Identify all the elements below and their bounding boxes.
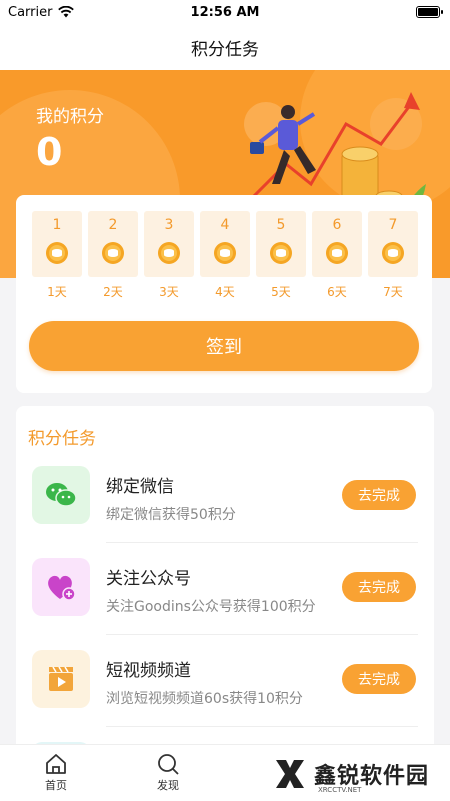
signin-day: 6 6天	[312, 211, 362, 300]
tab-home-label: 首页	[45, 779, 67, 792]
divider	[106, 634, 418, 635]
watermark-logo-icon	[276, 760, 304, 788]
coin-icon	[158, 242, 180, 264]
points-label: 我的积分	[36, 107, 104, 127]
signin-day-box: 4	[200, 211, 250, 277]
signin-day: 4 4天	[200, 211, 250, 300]
signin-day-label: 6天	[327, 285, 347, 299]
signin-days: 1 1天 2 2天 3 3天 4 4天 5 5天 6 6天 7 7天	[32, 211, 418, 300]
task-icon-box	[32, 558, 90, 616]
tasks-title: 积分任务	[28, 429, 96, 449]
signin-day-number: 4	[220, 217, 230, 233]
tab-discover[interactable]: 发现	[112, 745, 224, 801]
task-item: 关注公众号关注Goodins公众号获得100积分 去完成	[16, 558, 434, 650]
signin-button[interactable]: 签到	[29, 321, 419, 371]
tab-home[interactable]: 首页	[0, 745, 112, 801]
signin-day-label: 4天	[215, 285, 235, 299]
coin-icon	[46, 242, 68, 264]
task-complete-button[interactable]: 去完成	[342, 572, 416, 602]
page-title: 积分任务	[191, 39, 259, 60]
coin-icon	[270, 242, 292, 264]
task-complete-button[interactable]: 去完成	[342, 664, 416, 694]
signin-day: 1 1天	[32, 211, 82, 300]
signin-day-box: 7	[368, 211, 418, 277]
signin-day-number: 6	[332, 217, 342, 233]
video-icon	[49, 666, 73, 691]
task-name: 绑定微信	[106, 477, 174, 497]
points-value: 0	[36, 130, 63, 174]
signin-day-box: 2	[88, 211, 138, 277]
task-name: 关注公众号	[106, 569, 191, 589]
battery-icon	[416, 6, 443, 18]
status-bar: Carrier 12:56 AM	[0, 0, 450, 24]
coin-icon	[382, 242, 404, 264]
signin-day-number: 3	[164, 217, 174, 233]
watermark: 鑫锐软件园 XRCCTV.NET	[272, 752, 442, 796]
discover-icon	[158, 754, 179, 775]
watermark-sub: XRCCTV.NET	[318, 786, 362, 794]
signin-day-label: 1天	[47, 285, 67, 299]
signin-day-box: 3	[144, 211, 194, 277]
signin-card: 1 1天 2 2天 3 3天 4 4天 5 5天 6 6天 7 7天 签到	[16, 195, 432, 393]
tasks-card: 积分任务 绑定微信 绑定微信获得50积分 去完成 关注公众号 关注Goodins公众号获…	[16, 406, 434, 766]
signin-day-box: 6	[312, 211, 362, 277]
signin-day-number: 5	[276, 217, 286, 233]
signin-day: 7 7天	[368, 211, 418, 300]
heart-plus-icon	[48, 575, 76, 601]
signin-day-box: 5	[256, 211, 306, 277]
status-time: 12:56 AM	[190, 4, 260, 20]
wechat-icon	[46, 483, 77, 507]
divider	[106, 542, 418, 543]
signin-day-number: 2	[108, 217, 118, 233]
tab-discover-label: 发现	[157, 779, 179, 792]
task-item: 短视频频道浏览短视频频道60s获得10积分 去完成	[16, 650, 434, 742]
task-complete-button[interactable]: 去完成	[342, 480, 416, 510]
task-item: 绑定微信绑定微信获得50积分 去完成	[16, 466, 434, 558]
coin-icon	[102, 242, 124, 264]
signin-day-number: 1	[52, 217, 62, 233]
task-description: 浏览短视频频道60s获得10积分	[106, 691, 303, 707]
signin-day: 5 5天	[256, 211, 306, 300]
signin-day-label: 3天	[159, 285, 179, 299]
coin-icon	[214, 242, 236, 264]
coin-icon	[326, 242, 348, 264]
home-icon	[46, 754, 66, 774]
task-description: 关注Goodins公众号获得100积分	[106, 599, 316, 615]
signin-day-label: 5天	[271, 285, 291, 299]
signin-day: 2 2天	[88, 211, 138, 300]
nav-bar: 积分任务	[0, 24, 450, 70]
signin-day-box: 1	[32, 211, 82, 277]
task-icon-box	[32, 466, 90, 524]
task-description: 绑定微信获得50积分	[106, 507, 236, 523]
signin-day-number: 7	[388, 217, 398, 233]
task-name: 短视频频道	[106, 661, 191, 681]
signin-day-label: 7天	[383, 285, 403, 299]
divider	[106, 726, 418, 727]
signin-day: 3 3天	[144, 211, 194, 300]
task-icon-box	[32, 650, 90, 708]
signin-day-label: 2天	[103, 285, 123, 299]
